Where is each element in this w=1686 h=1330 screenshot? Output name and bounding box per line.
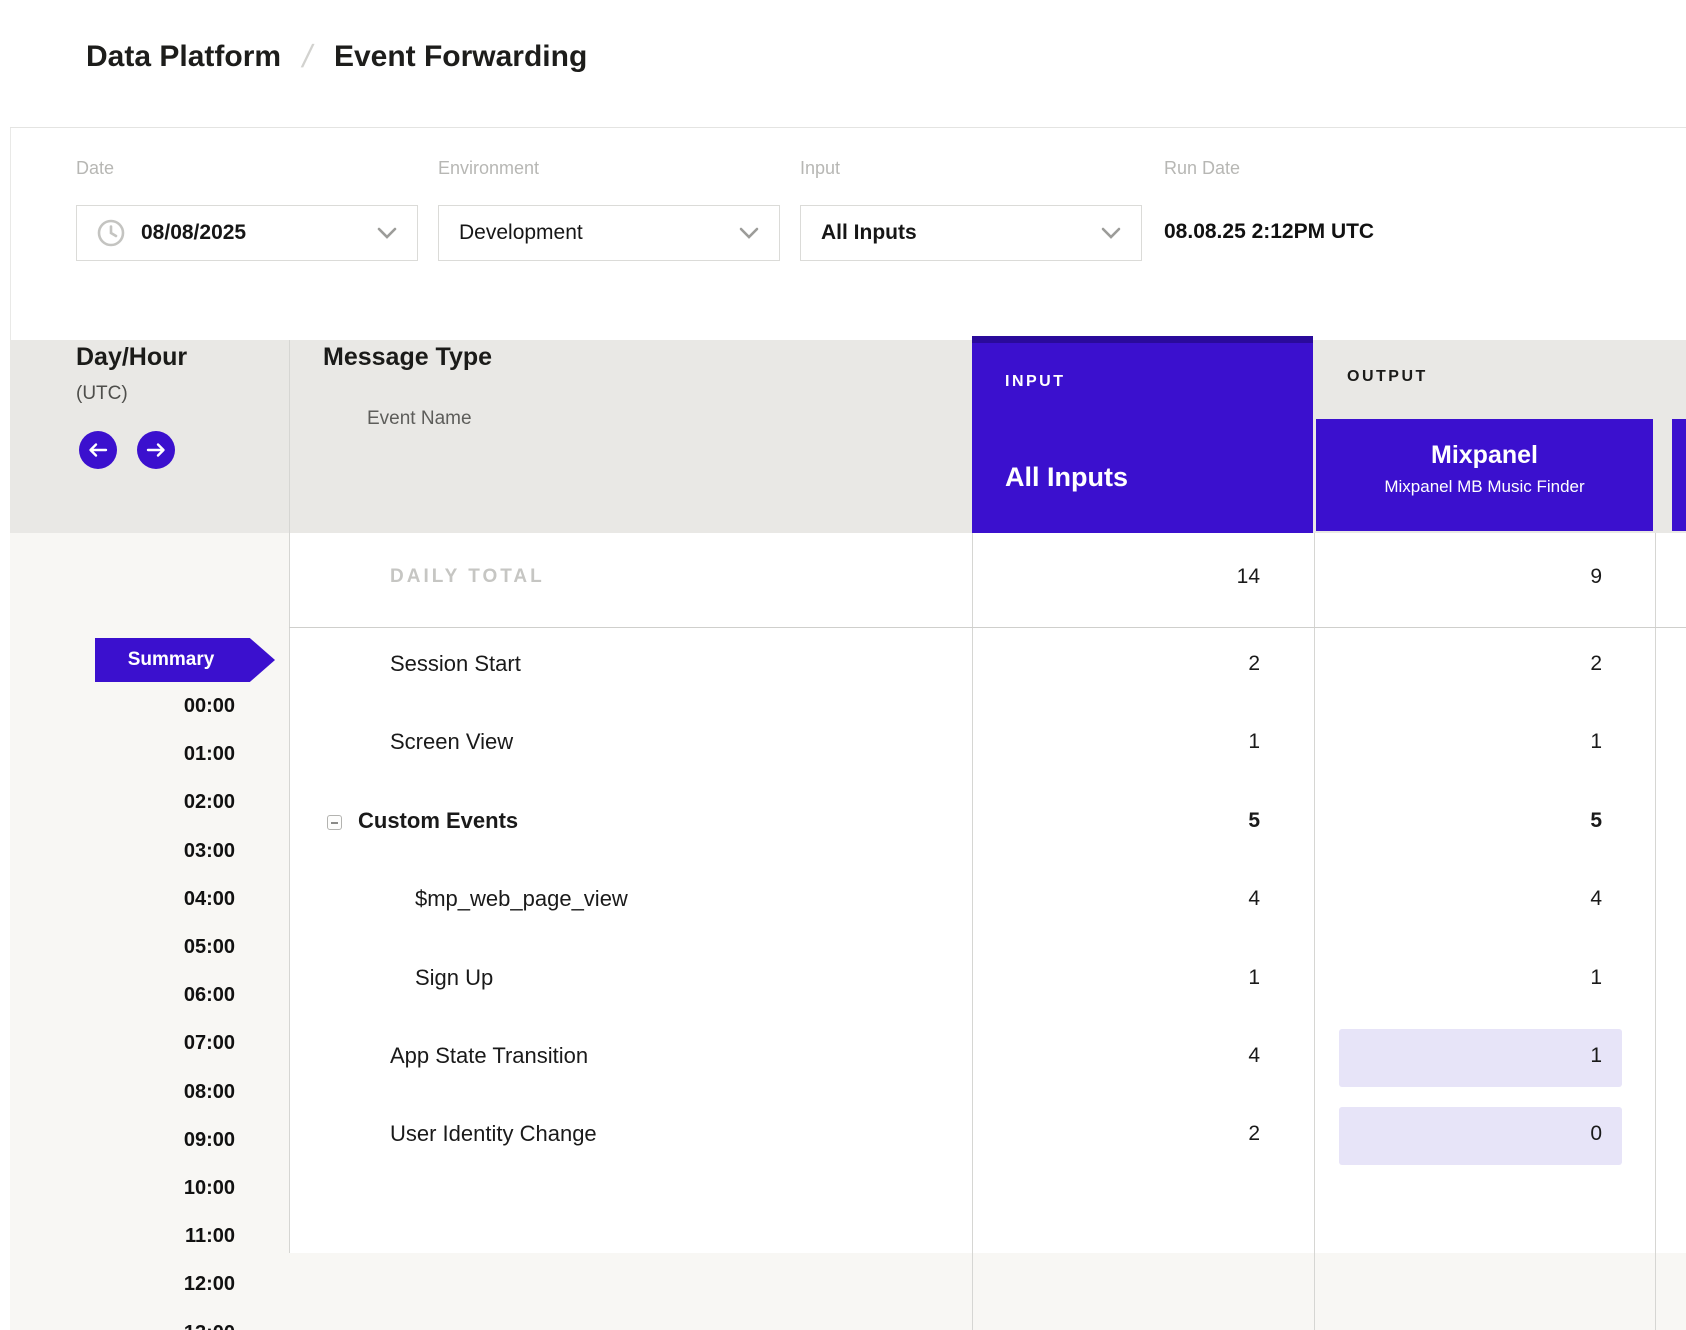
input-value: All Inputs [821, 221, 917, 245]
output-column-subtitle: Mixpanel MB Music Finder [1316, 470, 1653, 497]
hour-cell-0600[interactable]: 06:00 [50, 981, 235, 1009]
hour-cell-0400[interactable]: 04:00 [50, 885, 235, 913]
hour-cell-1300[interactable]: 13:00 [50, 1319, 235, 1330]
daily-total-label: DAILY TOTAL [390, 566, 545, 588]
hour-cell-0300[interactable]: 03:00 [50, 837, 235, 865]
hour-cell-0500[interactable]: 05:00 [50, 933, 235, 961]
output-group-label: OUTPUT [1347, 368, 1428, 386]
hour-cell-0100[interactable]: 01:00 [50, 740, 235, 768]
hour-cell-0800[interactable]: 08:00 [50, 1078, 235, 1106]
table-row: App State Transition 4 1 [289, 1019, 1686, 1097]
input-label: Input [800, 158, 840, 179]
output-count-value: 1 [1402, 966, 1602, 990]
hour-cell-1200[interactable]: 12:00 [50, 1270, 235, 1298]
output-count-value: 0 [1402, 1122, 1602, 1146]
hour-cell-0200[interactable]: 02:00 [50, 788, 235, 816]
hour-cell-0700[interactable]: 07:00 [50, 1029, 235, 1057]
breadcrumb-separator: / [299, 38, 316, 75]
input-count-value: 4 [1060, 1044, 1260, 1068]
table-footer-area [289, 1253, 1686, 1330]
run-date-label: Run Date [1164, 158, 1240, 179]
date-dropdown[interactable]: 08/08/2025 [76, 205, 418, 261]
input-column-header: INPUT All Inputs [972, 336, 1313, 533]
event-row-label: $mp_web_page_view [415, 886, 628, 912]
table-row: Sign Up 1 1 [289, 941, 1686, 1019]
output-count-value: 1 [1402, 1044, 1602, 1068]
clock-icon [97, 219, 125, 247]
daily-total-output-value: 9 [1402, 565, 1602, 589]
message-type-header: Message Type [323, 343, 492, 372]
hour-cell-1000[interactable]: 10:00 [50, 1174, 235, 1202]
input-column-name: All Inputs [1005, 462, 1128, 493]
table-row: $mp_web_page_view 4 4 [289, 862, 1686, 940]
input-count-value: 1 [1060, 730, 1260, 754]
input-count-value: 2 [1060, 1122, 1260, 1146]
hour-cell-0900[interactable]: 09:00 [50, 1126, 235, 1154]
event-row-label: Custom Events [358, 808, 518, 834]
input-count-value: 2 [1060, 652, 1260, 676]
output-count-value: 1 [1402, 730, 1602, 754]
output-count-value: 4 [1402, 887, 1602, 911]
event-row-label: App State Transition [390, 1043, 588, 1069]
run-date-value: 08.08.25 2:12PM UTC [1164, 220, 1374, 244]
environment-value: Development [459, 221, 583, 245]
table-row: Session Start 2 2 [289, 627, 1686, 705]
input-column-accent-strip [972, 336, 1313, 343]
date-value: 08/08/2025 [141, 221, 246, 245]
table-row: User Identity Change 2 0 [289, 1097, 1686, 1175]
daily-total-input-value: 14 [1060, 565, 1260, 589]
environment-dropdown[interactable]: Development [438, 205, 780, 261]
hour-cell-1100[interactable]: 11:00 [50, 1222, 235, 1250]
collapse-icon[interactable] [327, 815, 342, 830]
chevron-down-icon [377, 227, 397, 239]
event-row-label: Session Start [390, 651, 521, 677]
event-row-label: Sign Up [415, 965, 493, 991]
arrow-right-icon [146, 442, 166, 458]
day-hour-subtitle: (UTC) [76, 383, 128, 405]
environment-label: Environment [438, 158, 539, 179]
hour-cell-0000[interactable]: 00:00 [50, 692, 235, 720]
breadcrumb-bar: Data Platform / Event Forwarding [10, 0, 1686, 128]
output-column-name: Mixpanel [1316, 419, 1653, 470]
event-row-label: Screen View [390, 729, 513, 755]
breadcrumb: Data Platform / Event Forwarding [86, 38, 587, 75]
output-column-header-mixpanel[interactable]: Mixpanel Mixpanel MB Music Finder [1316, 419, 1653, 531]
event-name-subtitle: Event Name [367, 408, 472, 430]
page-title: Event Forwarding [334, 40, 587, 74]
next-day-button[interactable] [137, 431, 175, 469]
chevron-down-icon [739, 227, 759, 239]
day-hour-header: Day/Hour [76, 343, 187, 372]
input-dropdown[interactable]: All Inputs [800, 205, 1142, 261]
next-output-column-clipped [1672, 419, 1686, 531]
table-row: Screen View 1 1 [289, 705, 1686, 783]
date-label: Date [76, 158, 114, 179]
input-count-value: 5 [1060, 809, 1260, 833]
table-row: Custom Events 5 5 [289, 784, 1686, 862]
breadcrumb-section[interactable]: Data Platform [86, 40, 281, 74]
arrow-left-icon [88, 442, 108, 458]
output-count-value: 5 [1402, 809, 1602, 833]
input-count-value: 1 [1060, 966, 1260, 990]
summary-label: Summary [128, 649, 215, 671]
event-row-label: User Identity Change [390, 1121, 597, 1147]
input-group-label: INPUT [1005, 373, 1066, 391]
summary-row-badge[interactable]: Summary [95, 638, 275, 682]
prev-day-button[interactable] [79, 431, 117, 469]
output-count-value: 2 [1402, 652, 1602, 676]
input-count-value: 4 [1060, 887, 1260, 911]
chevron-down-icon [1101, 227, 1121, 239]
event-forwarding-page: Data Platform / Event Forwarding Date 08… [0, 0, 1686, 1330]
